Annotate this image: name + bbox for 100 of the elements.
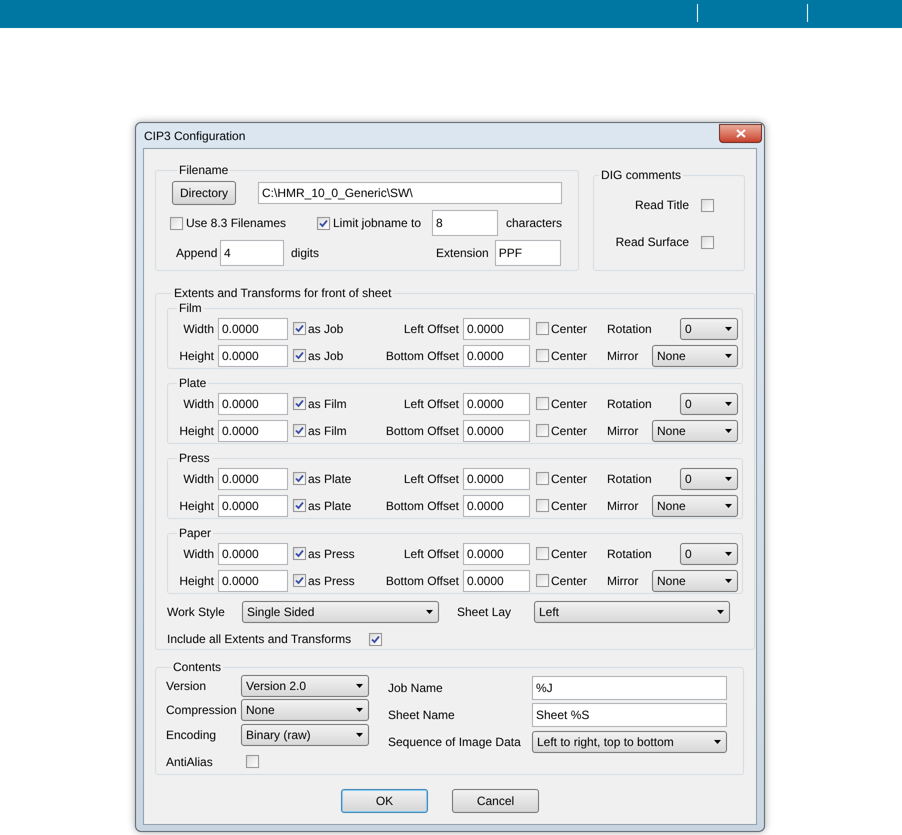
field-label: as Plate — [308, 470, 352, 488]
dialog-button[interactable]: OK — [341, 789, 428, 813]
group-label: Paper — [178, 526, 212, 540]
checkbox[interactable] — [293, 472, 306, 485]
text-field[interactable]: 0.0000 — [218, 318, 288, 340]
checkbox[interactable] — [536, 424, 549, 437]
field-label: Bottom Offset — [384, 498, 459, 514]
dropdown[interactable]: None — [652, 494, 738, 516]
checkbox[interactable] — [246, 755, 259, 768]
dropdown[interactable]: None — [241, 699, 369, 722]
dropdown[interactable]: 0 — [680, 468, 738, 490]
text-field[interactable]: 0.0000 — [218, 344, 288, 366]
checkbox[interactable] — [701, 198, 714, 212]
dropdown[interactable]: 0 — [680, 392, 738, 414]
close-icon — [736, 129, 746, 138]
text-field[interactable]: 0.0000 — [463, 468, 530, 490]
field-label: as Press — [308, 572, 356, 590]
field-label: Sheet Lay — [457, 604, 512, 621]
field-label: Extension — [436, 245, 489, 262]
dropdown[interactable]: Left — [534, 601, 730, 623]
checkbox[interactable] — [701, 236, 714, 248]
checkbox[interactable] — [293, 499, 306, 512]
checkbox[interactable] — [293, 349, 306, 362]
checkbox[interactable] — [536, 349, 549, 362]
field-label: Left Offset — [402, 546, 459, 562]
text-field[interactable]: 0.0000 — [218, 420, 288, 442]
caret-icon — [725, 354, 732, 358]
text-field[interactable]: 0.0000 — [218, 468, 288, 490]
checkbox[interactable] — [293, 424, 306, 437]
dropdown[interactable]: Version 2.0 — [241, 675, 369, 698]
caret-icon — [426, 610, 433, 614]
text-field[interactable]: 0.0000 — [463, 318, 530, 340]
field-label: Center — [551, 498, 588, 514]
field-label: as Job — [308, 348, 344, 364]
field-label: Center — [551, 422, 588, 440]
checkbox[interactable] — [293, 547, 306, 560]
checkbox[interactable] — [536, 574, 549, 587]
directory-button[interactable]: Directory — [172, 181, 236, 205]
text-field[interactable]: 0.0000 — [218, 494, 288, 516]
text-field[interactable]: 0.0000 — [218, 570, 288, 592]
dropdown[interactable]: 0 — [680, 542, 738, 564]
text-field[interactable]: 0.0000 — [463, 570, 530, 592]
dialog-button[interactable]: Cancel — [452, 789, 539, 813]
checkbox[interactable] — [293, 322, 306, 335]
group-label: Plate — [178, 376, 208, 390]
field-label: Left Offset — [402, 396, 459, 412]
checkbox[interactable] — [293, 574, 306, 587]
checkbox[interactable] — [170, 216, 183, 230]
text-field[interactable]: 0.0000 — [218, 542, 288, 564]
field-label: Rotation — [607, 470, 653, 488]
text-field[interactable]: %J — [532, 676, 727, 700]
field-label: Center — [551, 546, 588, 562]
checkbox[interactable] — [293, 397, 306, 410]
checkbox[interactable] — [536, 322, 549, 335]
checkbox[interactable] — [317, 216, 330, 230]
caret-icon — [725, 326, 732, 330]
text-field[interactable]: 0.0000 — [463, 542, 530, 564]
text-field[interactable]: 0.0000 — [463, 392, 530, 414]
checkbox[interactable] — [536, 397, 549, 410]
field-label: Width — [182, 546, 214, 562]
field-label: Work Style — [167, 604, 226, 621]
window-title: CIP3 Configuration — [143, 128, 246, 144]
text-field[interactable]: 4 — [220, 240, 284, 266]
field-label: Center — [551, 572, 588, 590]
dropdown[interactable]: 0 — [680, 318, 738, 340]
caret-icon — [356, 684, 363, 688]
text-field[interactable]: Sheet %S — [532, 702, 727, 726]
close-button[interactable] — [719, 124, 762, 143]
text-field[interactable]: PPF — [494, 240, 561, 266]
field-label: Rotation — [607, 320, 653, 338]
field-label: Center — [551, 396, 588, 412]
field-label: Center — [551, 320, 588, 338]
checkbox[interactable] — [536, 499, 549, 512]
text-field[interactable]: 0.0000 — [463, 344, 530, 366]
field-label: Height — [178, 348, 214, 364]
text-field[interactable]: 0.0000 — [463, 494, 530, 516]
caret-icon — [725, 552, 732, 556]
dropdown[interactable]: Left to right, top to bottom — [532, 730, 727, 752]
dropdown[interactable]: None — [652, 344, 738, 366]
text-field[interactable]: 8 — [432, 210, 498, 236]
field-label: Left Offset — [402, 470, 459, 488]
dropdown[interactable]: None — [652, 570, 738, 592]
field-label: Bottom Offset — [384, 572, 459, 590]
group-label: Press — [178, 451, 211, 465]
dropdown[interactable]: Binary (raw) — [241, 724, 369, 746]
path-field[interactable]: C:\HMR_10_0_Generic\SW\ — [258, 182, 562, 204]
field-label: Height — [178, 498, 214, 514]
checkbox[interactable] — [369, 632, 382, 646]
dropdown[interactable]: Single Sided — [242, 601, 439, 623]
caret-icon — [725, 402, 732, 406]
text-field[interactable]: 0.0000 — [218, 392, 288, 414]
field-label: Width — [182, 470, 214, 488]
field-label: Center — [551, 470, 588, 488]
field-label: Compression — [166, 702, 238, 720]
dropdown[interactable]: None — [652, 420, 738, 442]
checkbox[interactable] — [536, 547, 549, 560]
checkbox[interactable] — [536, 472, 549, 485]
text-field[interactable]: 0.0000 — [463, 420, 530, 442]
field-label: Rotation — [607, 396, 653, 412]
group-label: Contents — [172, 660, 222, 674]
